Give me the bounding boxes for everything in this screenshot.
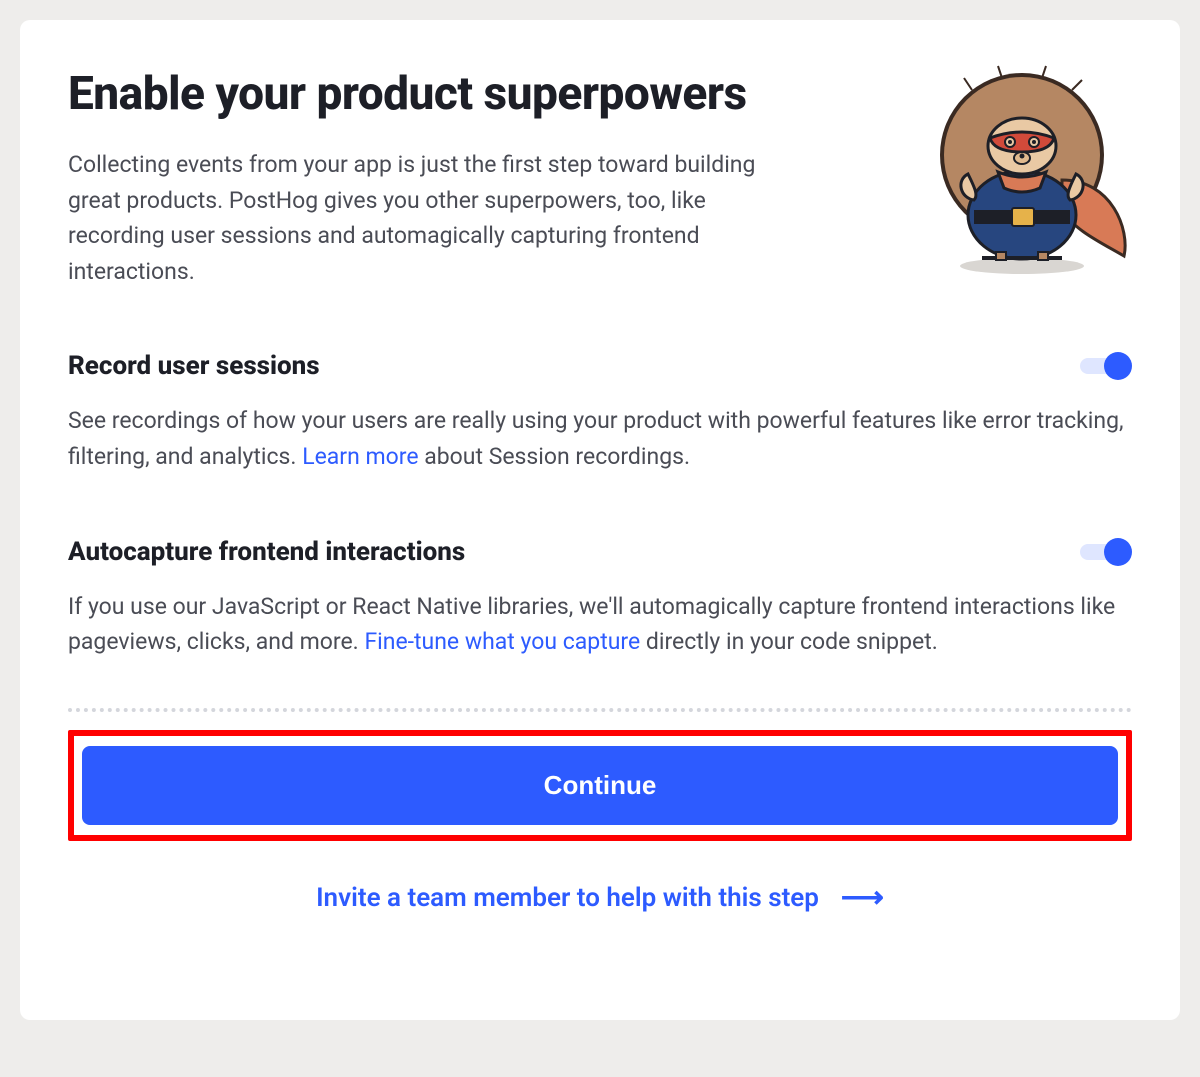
onboarding-card: Enable your product superpowers Collecti… (20, 20, 1180, 1020)
hero-text: Enable your product superpowers Collecti… (68, 60, 884, 289)
section-description: See recordings of how your users are rea… (68, 403, 1132, 474)
page-root: Enable your product superpowers Collecti… (0, 0, 1200, 1040)
invite-team-label: Invite a team member to help with this s… (316, 883, 819, 913)
continue-highlight-frame: Continue (68, 730, 1132, 841)
page-intro: Collecting events from your app is just … (68, 147, 808, 290)
invite-line: Invite a team member to help with this s… (68, 883, 1132, 913)
section-description: If you use our JavaScript or React Nativ… (68, 589, 1132, 660)
dotted-divider (68, 708, 1132, 712)
hero-block: Enable your product superpowers Collecti… (68, 60, 1132, 289)
toggle-autocapture[interactable] (1078, 538, 1132, 566)
toggle-record-sessions[interactable] (1078, 352, 1132, 380)
fine-tune-link[interactable]: Fine-tune what you capture (364, 628, 640, 655)
learn-more-link[interactable]: Learn more (302, 443, 418, 470)
section-autocapture: Autocapture frontend interactions If you… (68, 537, 1132, 660)
page-title: Enable your product superpowers (68, 68, 884, 121)
section-desc-after: directly in your code snippet. (640, 628, 938, 655)
continue-button[interactable]: Continue (82, 746, 1118, 825)
invite-team-link[interactable]: Invite a team member to help with this s… (316, 883, 884, 913)
section-head: Autocapture frontend interactions (68, 537, 1132, 567)
section-head: Record user sessions (68, 351, 1132, 381)
section-title: Autocapture frontend interactions (68, 537, 465, 567)
hedgehog-hero-icon (912, 60, 1132, 284)
section-desc-after: about Session recordings. (419, 443, 691, 470)
section-title: Record user sessions (68, 351, 320, 381)
section-record-sessions: Record user sessions See recordings of h… (68, 351, 1132, 474)
arrow-right-icon: ⟶ (841, 883, 884, 913)
